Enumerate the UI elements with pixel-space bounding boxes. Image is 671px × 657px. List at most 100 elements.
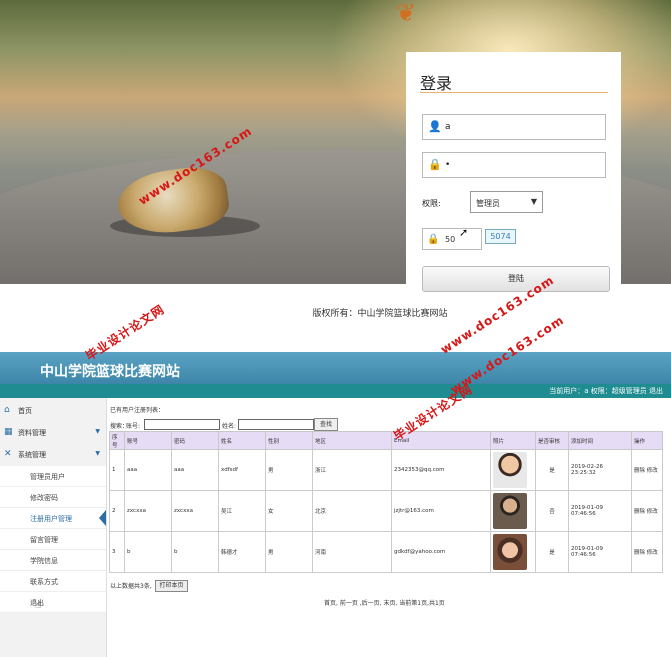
cell-ops[interactable]: 删除 修改 — [631, 531, 663, 573]
cell-email: jzjtr@163.com — [391, 490, 491, 532]
role-select[interactable]: 管理员 ▼ — [470, 191, 543, 213]
cell-region: 浙江 — [312, 449, 392, 491]
home-icon: ⌂ — [4, 405, 10, 415]
cell-email: gdkdf@yahoo.com — [391, 531, 491, 573]
table-row: 2 zxcxxa zxcxxa 吴江 女 北京 jzjtr@163.com 否 … — [109, 490, 663, 532]
sidebar-item-label: 学院信息 — [30, 557, 58, 565]
cell-photo — [490, 449, 536, 491]
butterfly-logo-icon: ❦ — [395, 0, 417, 27]
chevron-down-icon: ▼ — [95, 450, 100, 457]
name-search-input[interactable] — [238, 419, 314, 430]
login-button[interactable]: 登陆 — [422, 266, 610, 292]
username-field[interactable]: 👤 a — [422, 114, 606, 140]
cell-gender: 男 — [265, 449, 313, 491]
cell-ops[interactable]: 删除 修改 — [631, 449, 663, 491]
column-header: 添加时间 — [568, 431, 632, 450]
cell-region: 河南 — [312, 531, 392, 573]
cell-account: aaa — [124, 449, 172, 491]
column-header: 性别 — [265, 431, 313, 450]
table-row: 3 b b 韩德才 男 河南 gdkdf@yahoo.com 是 2019-01… — [109, 531, 663, 573]
role-label: 权限: — [422, 199, 441, 208]
login-title: 登录 — [420, 74, 453, 93]
main-content: 已有用户注册列表： 搜索： 账号: 姓名: 查找 序号 账号 密码 姓名 性别 … — [109, 398, 669, 657]
grid-icon: ▦ — [4, 427, 13, 437]
user-photo[interactable] — [493, 534, 527, 570]
captcha-field[interactable]: 🔒 50 — [422, 228, 482, 250]
cell-gender: 男 — [265, 531, 313, 573]
account-search-input[interactable] — [144, 419, 220, 430]
account-label: 账号: — [126, 423, 141, 430]
lock-icon: 🔒 — [427, 234, 440, 245]
user-info-bar: 当前用户：a 权限：超级管理员 退出 — [0, 384, 671, 398]
cell-time: 2019-01-09 07:46:56 — [568, 531, 632, 573]
sidebar-item-label: 系统管理 — [18, 451, 46, 459]
chevron-down-icon: ▼ — [530, 197, 537, 206]
captcha-value: 50 — [445, 235, 456, 244]
hand-cursor-icon: ☝ — [35, 600, 42, 611]
sidebar-subitem-logout[interactable]: 退出 — [0, 592, 106, 613]
lock-icon: 🔒 — [428, 158, 442, 171]
column-header: 照片 — [490, 431, 536, 450]
sidebar-subitem-messages[interactable]: 留言管理 — [0, 529, 106, 550]
cell-no: 2 — [109, 490, 125, 532]
table-row: 1 aaa aaa xdfsdf 男 浙江 2342353@qq.com 是 2… — [109, 449, 663, 491]
sidebar-subitem-change-password[interactable]: 修改密码 — [0, 487, 106, 508]
cell-password: b — [171, 531, 219, 573]
sidebar-item-label: 联系方式 — [30, 578, 58, 586]
sidebar-item-data-management[interactable]: ▦ 资料管理 ▼ — [0, 422, 106, 442]
sidebar-item-label: 资料管理 — [18, 429, 46, 437]
cell-name: 韩德才 — [218, 531, 266, 573]
column-header: 地区 — [312, 431, 392, 450]
total-count-text: 以上数据共3条, — [110, 583, 152, 590]
sidebar-item-label: 留言管理 — [30, 536, 58, 544]
cell-approved: 是 — [535, 449, 569, 491]
cell-password: aaa — [171, 449, 219, 491]
copyright-text: 版权所有：中山学院篮球比赛网站 — [312, 309, 448, 319]
sidebar-item-label: 管理员用户 — [30, 473, 65, 481]
active-item-arrow-icon — [99, 510, 106, 526]
sidebar-item-home[interactable]: ⌂ 首页 — [0, 400, 106, 420]
sidebar-subitem-contact[interactable]: 联系方式 — [0, 571, 106, 592]
cell-time: 2019-02-26 23:25:32 — [568, 449, 632, 491]
user-info-text[interactable]: 当前用户：a 权限：超级管理员 退出 — [549, 386, 663, 396]
search-button[interactable]: 查找 — [314, 418, 338, 431]
user-photo[interactable] — [493, 493, 527, 529]
pagination[interactable]: 首页, 前一页 ,后一页, 末页, 当前第1页,共1页 — [324, 598, 445, 607]
cell-name: 吴江 — [218, 490, 266, 532]
role-selected-value: 管理员 — [476, 199, 500, 208]
column-header: 姓名 — [218, 431, 266, 450]
column-header: 账号 — [124, 431, 172, 450]
cell-ops[interactable]: 删除 修改 — [631, 490, 663, 532]
password-field[interactable]: 🔒 • — [422, 152, 606, 178]
cell-approved: 否 — [535, 490, 569, 532]
user-photo[interactable] — [493, 452, 527, 488]
cell-name: xdfsdf — [218, 449, 266, 491]
sidebar-item-label: 首页 — [18, 407, 32, 415]
table-header-row: 序号 账号 密码 姓名 性别 地区 Email 照片 是否审核 添加时间 操作 — [109, 431, 663, 450]
column-header: 操作 — [631, 431, 663, 450]
column-header: 密码 — [171, 431, 219, 450]
print-button[interactable]: 打印本页 — [155, 580, 188, 592]
mouse-cursor-icon: ➚ — [459, 226, 469, 239]
sidebar-subitem-registered-users[interactable]: 注册用户管理 — [0, 508, 106, 529]
sidebar-subitem-admin-users[interactable]: 管理员用户 — [0, 466, 106, 487]
chevron-down-icon: ▼ — [95, 428, 100, 435]
cell-no: 1 — [109, 449, 125, 491]
password-value: • — [445, 160, 451, 170]
sidebar-item-system-management[interactable]: ✕ 系统管理 ▼ — [0, 444, 106, 464]
users-table: 序号 账号 密码 姓名 性别 地区 Email 照片 是否审核 添加时间 操作 … — [109, 431, 663, 573]
sidebar-item-label: 注册用户管理 — [30, 515, 72, 523]
sidebar-item-label: 修改密码 — [30, 494, 58, 502]
cell-no: 3 — [109, 531, 125, 573]
username-value: a — [445, 122, 451, 132]
user-icon: 👤 — [428, 120, 442, 133]
list-caption: 已有用户注册列表： — [110, 407, 165, 414]
cell-gender: 女 — [265, 490, 313, 532]
name-label: 姓名: — [222, 423, 237, 430]
cell-account: b — [124, 531, 172, 573]
cell-approved: 是 — [535, 531, 569, 573]
sidebar-subitem-college-info[interactable]: 学院信息 — [0, 550, 106, 571]
site-title: 中山学院篮球比赛网站 — [40, 364, 180, 380]
sidebar: ⌂ 首页 ▦ 资料管理 ▼ ✕ 系统管理 ▼ 管理员用户 修改密码 注册用户管理… — [0, 398, 107, 657]
captcha-image[interactable]: 5074 — [485, 229, 516, 244]
